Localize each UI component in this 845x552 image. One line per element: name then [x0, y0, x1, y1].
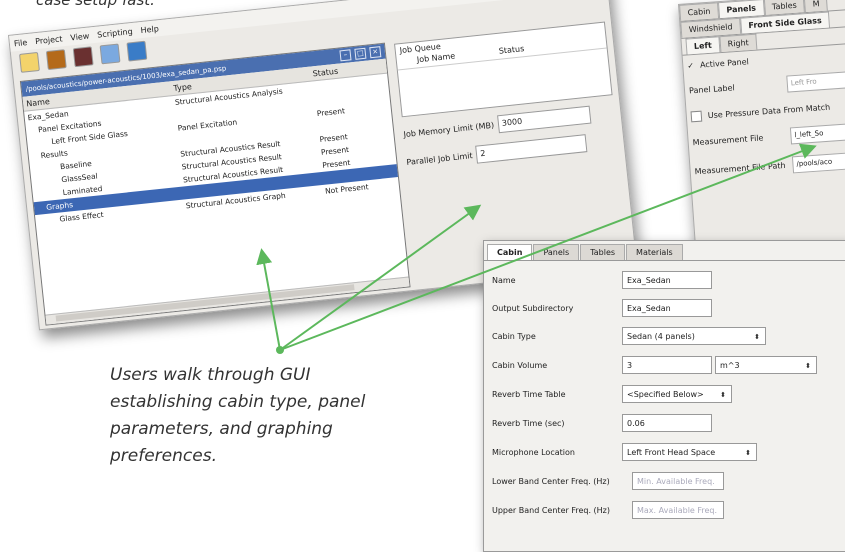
- arrow-origin-dot: [276, 346, 284, 354]
- arrow-to-panels: [279, 143, 817, 351]
- arrow-to-parallel: [279, 204, 482, 351]
- arrow-to-graphs: [256, 248, 281, 351]
- caption-text: Users walk through GUI establishing cabi…: [110, 365, 366, 466]
